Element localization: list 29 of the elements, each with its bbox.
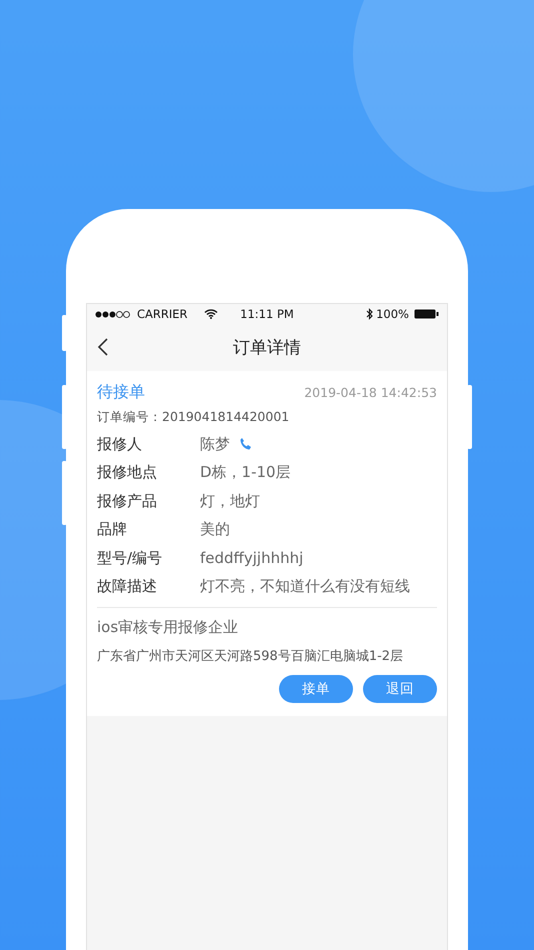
field-value: 灯，地灯 bbox=[200, 492, 260, 511]
field-value: D栋，1-10层 bbox=[200, 463, 291, 482]
wifi-icon bbox=[204, 309, 218, 319]
field-label: 型号/编号 bbox=[97, 548, 164, 568]
field-label: 报修地点 bbox=[97, 463, 158, 482]
field-label: 品牌 bbox=[97, 520, 128, 540]
order-number: 订单编号：2019041814420001 bbox=[97, 409, 290, 426]
order-status: 待接单 bbox=[97, 382, 145, 402]
field-value: 陈梦 bbox=[200, 434, 230, 454]
action-button[interactable]: 接单 bbox=[279, 675, 353, 703]
order-time: 2019-04-18 14:42:53 bbox=[304, 384, 437, 400]
carrier-name: CARRIER bbox=[137, 307, 188, 321]
battery-percent: 100% bbox=[376, 307, 409, 321]
field-value: 灯不亮，不知道什么有没有短线 bbox=[200, 577, 410, 596]
field-label: 报修人 bbox=[97, 434, 143, 454]
status-time: 11:11 PM bbox=[240, 307, 294, 321]
phone-icon[interactable] bbox=[239, 437, 253, 452]
back-icon[interactable] bbox=[97, 337, 109, 357]
company-name: ios审核专用报修企业 bbox=[97, 618, 240, 637]
battery-icon bbox=[414, 309, 439, 319]
page-title: 订单详情 bbox=[233, 337, 301, 359]
company-address: 广东省广州市天河区天河路598号百脑汇电脑城1-2层 bbox=[97, 648, 404, 665]
field-label: 故障描述 bbox=[97, 577, 158, 596]
field-value: 美的 bbox=[200, 520, 230, 540]
field-label: 报修产品 bbox=[97, 492, 158, 511]
bluetooth-icon bbox=[366, 308, 374, 320]
action-button[interactable]: 退回 bbox=[363, 675, 437, 703]
field-value: feddffyjjhhhhj bbox=[200, 549, 304, 568]
signal-icon bbox=[95, 310, 131, 318]
